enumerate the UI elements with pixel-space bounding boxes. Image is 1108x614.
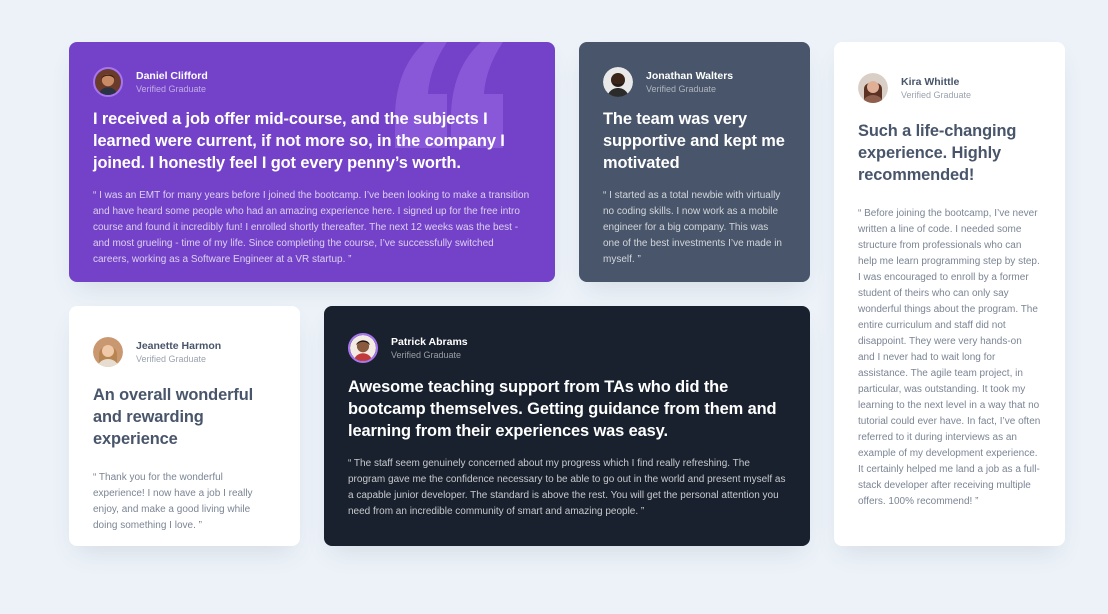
testimonial-body: “ I was an EMT for many years before I j… [93, 190, 530, 265]
verified-status: Verified Graduate [646, 83, 717, 94]
person-name: Daniel Clifford [136, 69, 208, 82]
testimonial-body: “ The staff seem genuinely concerned abo… [348, 458, 786, 517]
testimonial-card-patrick: Patrick Abrams Verified Graduate Awesome… [324, 306, 810, 546]
testimonial-card-daniel: Daniel Clifford Verified Graduate I rece… [69, 42, 555, 282]
person-info: Jonathan Walters Verified Graduate [603, 66, 786, 98]
person-name: Kira Whittle [901, 75, 960, 88]
avatar [603, 67, 633, 97]
testimonial-headline: Awesome teaching support from TAs who di… [348, 378, 777, 440]
testimonial-card-kira: Kira Whittle Verified Graduate Such a li… [834, 42, 1065, 546]
person-info: Patrick Abrams Verified Graduate [348, 332, 786, 364]
person-info: Daniel Clifford Verified Graduate [93, 66, 531, 98]
testimonial-body: “ Thank you for the wonderful experience… [93, 472, 253, 531]
avatar [858, 73, 888, 103]
person-info: Jeanette Harmon Verified Graduate [93, 336, 276, 368]
verified-status: Verified Graduate [136, 353, 207, 364]
testimonial-card-jonathan: Jonathan Walters Verified Graduate The t… [579, 42, 810, 282]
testimonial-body: “ I started as a total newbie with virtu… [603, 190, 782, 265]
testimonial-headline: Such a life-changing experience. Highly … [858, 122, 1017, 184]
verified-status: Verified Graduate [391, 349, 462, 360]
avatar [348, 333, 378, 363]
person-name: Patrick Abrams [391, 335, 468, 348]
testimonial-body: “ Before joining the bootcamp, I’ve neve… [858, 208, 1041, 507]
testimonial-headline: The team was very supportive and kept me… [603, 110, 785, 172]
testimonial-card-jeanette: Jeanette Harmon Verified Graduate An ove… [69, 306, 300, 546]
verified-status: Verified Graduate [901, 89, 972, 100]
avatar [93, 337, 123, 367]
testimonial-headline: I received a job offer mid-course, and t… [93, 110, 505, 172]
person-info: Kira Whittle Verified Graduate [858, 72, 1041, 104]
person-name: Jeanette Harmon [136, 339, 222, 352]
verified-status: Verified Graduate [136, 83, 207, 94]
avatar [93, 67, 123, 97]
testimonial-headline: An overall wonderful and rewarding exper… [93, 386, 254, 448]
person-name: Jonathan Walters [646, 69, 734, 82]
